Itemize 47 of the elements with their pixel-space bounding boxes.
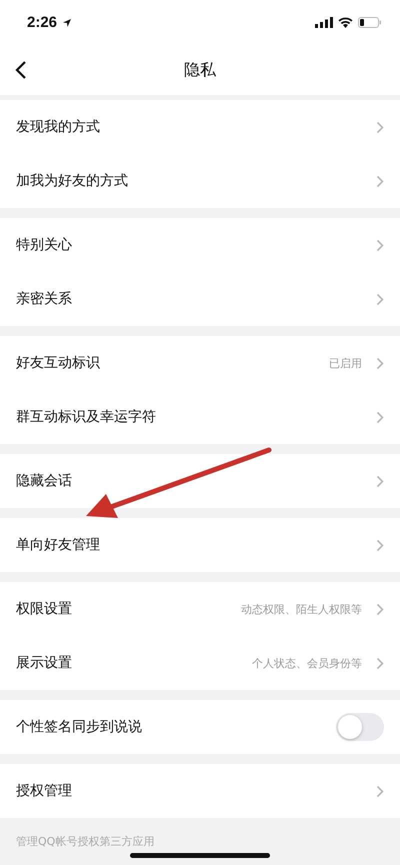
settings-row[interactable]: 单向好友管理 (0, 518, 400, 572)
chevron-icon (376, 174, 384, 188)
chevron-icon (376, 656, 384, 670)
row-label: 群互动标识及幸运字符 (16, 408, 157, 426)
status-time: 2:26 (27, 14, 58, 31)
chevron-icon (376, 238, 384, 252)
row-label: 单向好友管理 (16, 536, 101, 554)
signal-icon (315, 17, 333, 28)
row-label: 权限设置 (16, 600, 73, 618)
footer-note: 管理QQ帐号授权第三方应用 (16, 835, 154, 848)
row-label: 展示设置 (16, 654, 73, 672)
settings-row[interactable]: 群互动标识及幸运字符 (0, 390, 400, 444)
location-icon (62, 18, 72, 28)
row-label: 亲密关系 (16, 290, 73, 308)
chevron-icon (376, 602, 384, 616)
back-icon[interactable] (15, 60, 27, 80)
wifi-icon (338, 17, 353, 28)
row-label: 特别关心 (16, 236, 73, 254)
battery-icon (358, 17, 382, 28)
row-value: 动态权限、陌生人权限等 (241, 602, 362, 616)
settings-row[interactable]: 授权管理 (0, 764, 400, 818)
chevron-icon (376, 474, 384, 488)
row-value: 个人状态、会员身份等 (252, 656, 362, 670)
chevron-icon (376, 538, 384, 552)
row-label: 好友互动标识 (16, 354, 101, 372)
row-label: 加我为好友的方式 (16, 172, 129, 190)
settings-row[interactable]: 展示设置 个人状态、会员身份等 (0, 636, 400, 690)
page-title: 隐私 (184, 60, 216, 80)
row-value: 已启用 (329, 356, 362, 370)
chevron-icon (376, 356, 384, 370)
row-label: 授权管理 (16, 782, 73, 800)
row-label: 个性签名同步到说说 (16, 718, 143, 736)
settings-row[interactable]: 亲密关系 (0, 272, 400, 326)
chevron-icon (376, 292, 384, 306)
chevron-icon (376, 120, 384, 134)
settings-row[interactable]: 权限设置 动态权限、陌生人权限等 (0, 582, 400, 636)
settings-row[interactable]: 加我为好友的方式 (0, 154, 400, 208)
settings-row[interactable]: 隐藏会话 (0, 454, 400, 508)
settings-row[interactable]: 发现我的方式 (0, 100, 400, 154)
row-label: 隐藏会话 (16, 472, 73, 490)
chevron-icon (376, 410, 384, 424)
chevron-icon (376, 784, 384, 798)
settings-row[interactable]: 特别关心 (0, 218, 400, 272)
settings-row[interactable]: 好友互动标识 已启用 (0, 336, 400, 390)
row-label: 发现我的方式 (16, 118, 101, 136)
toggle-switch[interactable] (336, 713, 384, 741)
settings-row[interactable]: 个性签名同步到说说 (0, 700, 400, 754)
